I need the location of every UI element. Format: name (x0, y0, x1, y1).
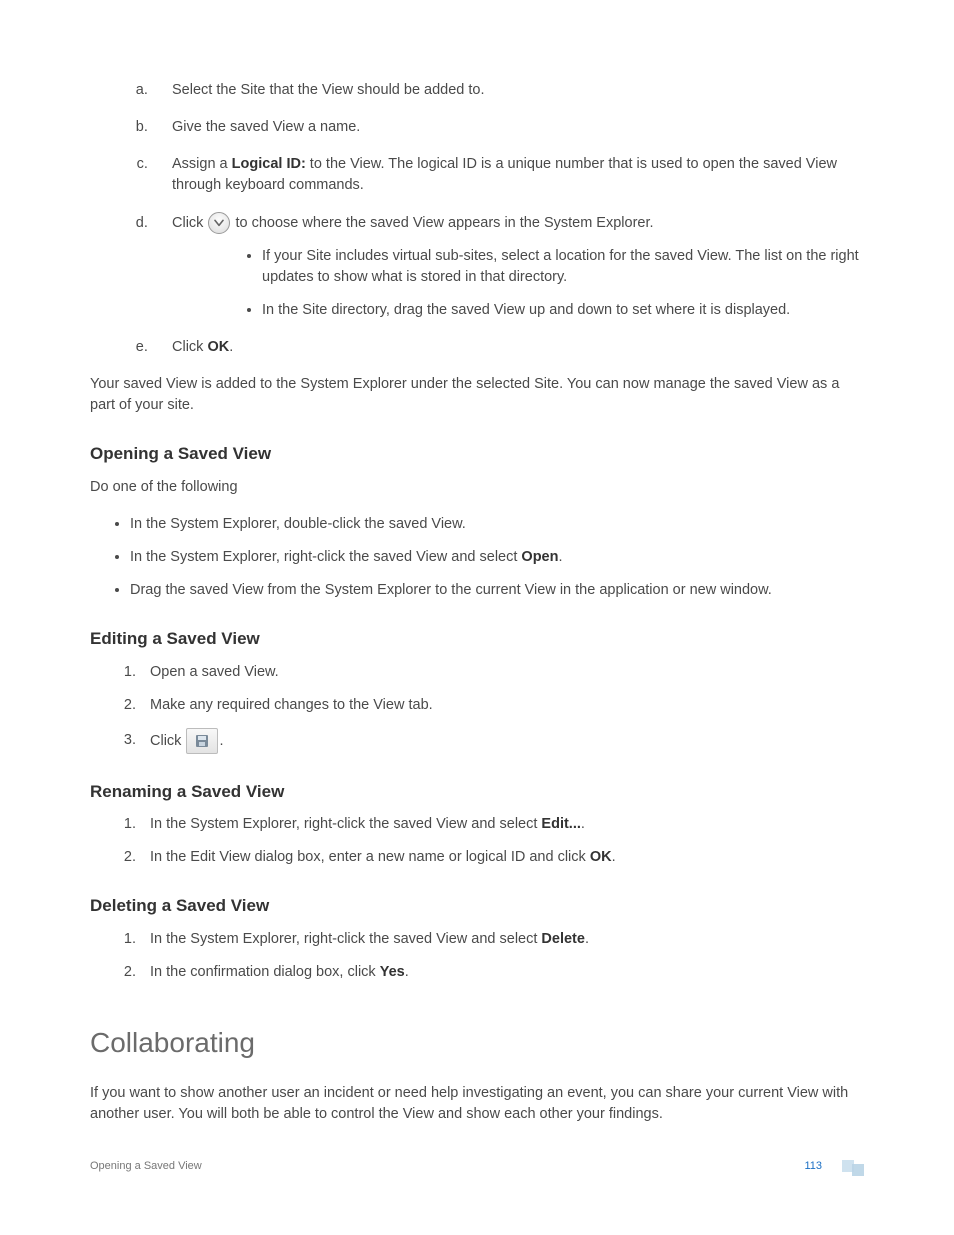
renaming-heading: Renaming a Saved View (90, 780, 864, 805)
deleting-heading: Deleting a Saved View (90, 894, 864, 919)
editing-list: Open a saved View. Make any required cha… (90, 662, 864, 754)
opening-b2-bold: Open (521, 549, 558, 565)
page-number: 113 (804, 1159, 822, 1175)
deleting-s2: In the confirmation dialog box, click Ye… (140, 962, 864, 983)
step-c: Assign a Logical ID: to the View. The lo… (160, 154, 864, 196)
step-d-sub2-text: In the Site directory, drag the saved Vi… (262, 302, 790, 318)
step-e-post: . (229, 339, 233, 355)
deleting-list: In the System Explorer, right-click the … (90, 929, 864, 983)
step-c-bold: Logical ID: (232, 156, 306, 172)
alpha-list: Select the Site that the View should be … (90, 80, 864, 358)
footer-logo-icon (834, 1160, 864, 1174)
step-e-pre: Click (172, 339, 207, 355)
step-a: Select the Site that the View should be … (160, 80, 864, 101)
step-d-pre: Click (172, 215, 207, 231)
deleting-s1-bold: Delete (541, 931, 585, 947)
save-icon (186, 728, 218, 754)
step-d: Click to choose where the saved View app… (160, 212, 864, 321)
step-e-bold: OK (207, 339, 229, 355)
deleting-s1-post: . (585, 931, 589, 947)
step-b: Give the saved View a name. (160, 117, 864, 138)
opening-b1: In the System Explorer, double-click the… (130, 514, 864, 535)
step-d-sub2: In the Site directory, drag the saved Vi… (262, 300, 864, 321)
opening-b3-text: Drag the saved View from the System Expl… (130, 582, 772, 598)
deleting-s1-pre: In the System Explorer, right-click the … (150, 931, 541, 947)
deleting-s1: In the System Explorer, right-click the … (140, 929, 864, 950)
opening-b2: In the System Explorer, right-click the … (130, 547, 864, 568)
editing-s3-pre: Click (150, 732, 185, 748)
step-e: Click OK. (160, 337, 864, 358)
document-page: Select the Site that the View should be … (0, 0, 954, 1235)
editing-heading: Editing a Saved View (90, 627, 864, 652)
editing-s1-text: Open a saved View. (150, 664, 279, 680)
step-a-text: Select the Site that the View should be … (172, 82, 485, 98)
step-d-sub1: If your Site includes virtual sub-sites,… (262, 246, 864, 288)
renaming-s2: In the Edit View dialog box, enter a new… (140, 847, 864, 868)
renaming-s1: In the System Explorer, right-click the … (140, 814, 864, 835)
renaming-s2-bold: OK (590, 849, 612, 865)
step-c-pre: Assign a (172, 156, 232, 172)
collaborating-body: If you want to show another user an inci… (90, 1083, 864, 1125)
after-steps-paragraph: Your saved View is added to the System E… (90, 374, 864, 416)
renaming-s2-pre: In the Edit View dialog box, enter a new… (150, 849, 590, 865)
step-d-sub1-text: If your Site includes virtual sub-sites,… (262, 248, 859, 285)
opening-b1-text: In the System Explorer, double-click the… (130, 516, 466, 532)
renaming-s2-post: . (612, 849, 616, 865)
footer-breadcrumb: Opening a Saved View (90, 1159, 202, 1175)
opening-heading: Opening a Saved View (90, 442, 864, 467)
page-footer: Opening a Saved View 113 (90, 1159, 864, 1175)
opening-intro: Do one of the following (90, 477, 864, 498)
chevron-down-icon (208, 212, 230, 234)
renaming-s1-pre: In the System Explorer, right-click the … (150, 816, 541, 832)
renaming-list: In the System Explorer, right-click the … (90, 814, 864, 868)
opening-list: In the System Explorer, double-click the… (90, 514, 864, 601)
footer-right: 113 (804, 1159, 864, 1175)
editing-s1: Open a saved View. (140, 662, 864, 683)
opening-b3: Drag the saved View from the System Expl… (130, 580, 864, 601)
step-d-sublist: If your Site includes virtual sub-sites,… (172, 246, 864, 321)
renaming-s1-bold: Edit... (541, 816, 580, 832)
deleting-s2-pre: In the confirmation dialog box, click (150, 964, 380, 980)
editing-s2-text: Make any required changes to the View ta… (150, 697, 433, 713)
step-d-post: to choose where the saved View appears i… (231, 215, 653, 231)
collaborating-heading: Collaborating (90, 1023, 864, 1064)
deleting-s2-post: . (405, 964, 409, 980)
opening-b2-pre: In the System Explorer, right-click the … (130, 549, 521, 565)
editing-s3: Click . (140, 728, 864, 754)
deleting-s2-bold: Yes (380, 964, 405, 980)
opening-b2-post: . (558, 549, 562, 565)
editing-s2: Make any required changes to the View ta… (140, 695, 864, 716)
renaming-s1-post: . (581, 816, 585, 832)
editing-s3-post: . (219, 732, 223, 748)
step-b-text: Give the saved View a name. (172, 119, 360, 135)
